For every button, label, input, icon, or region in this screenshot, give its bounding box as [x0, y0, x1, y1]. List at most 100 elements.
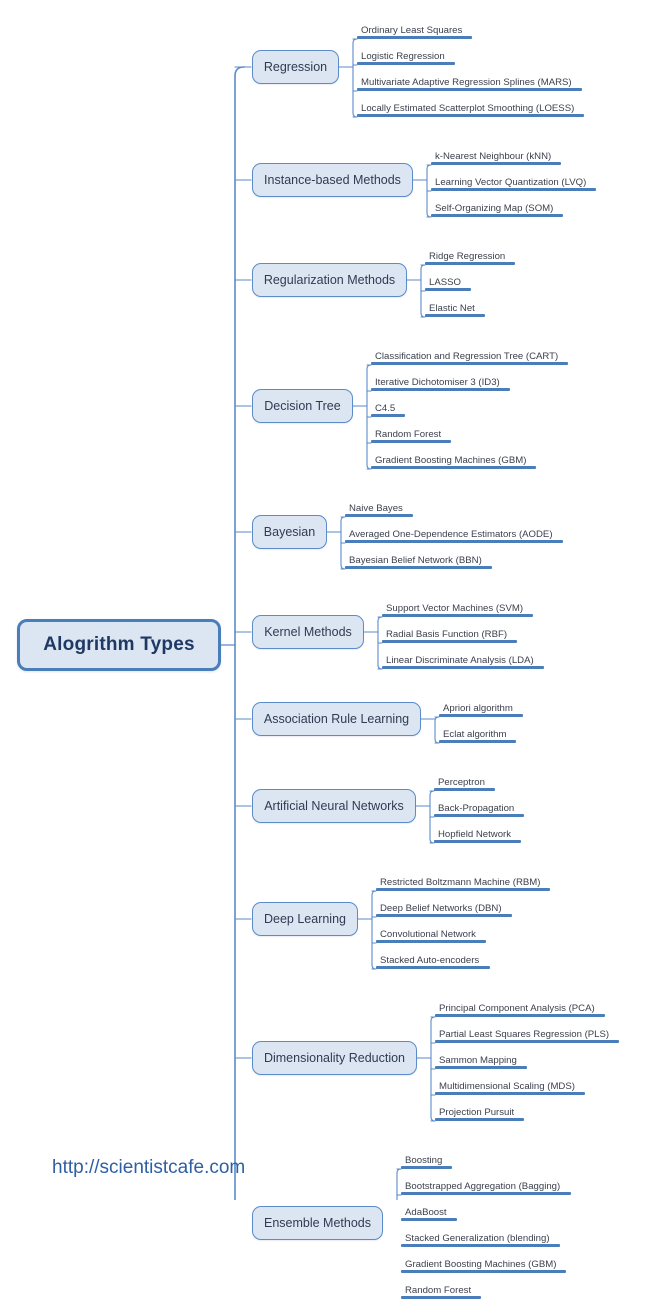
branch-node[interactable]: Bayesian — [252, 515, 327, 549]
leaf-underline — [371, 388, 510, 391]
leaf-node[interactable]: Logistic Regression — [357, 49, 455, 65]
leaf-node[interactable]: Back-Propagation — [434, 801, 524, 817]
leaf-node-label: Sammon Mapping — [439, 1055, 517, 1066]
leaf-underline — [434, 788, 495, 791]
leaf-underline — [425, 314, 485, 317]
leaf-node-label: Self-Organizing Map (SOM) — [435, 203, 554, 214]
leaf-node[interactable]: Self-Organizing Map (SOM) — [431, 201, 563, 217]
leaf-node[interactable]: Ridge Regression — [425, 249, 515, 265]
leaf-underline — [345, 514, 413, 517]
leaf-underline — [345, 540, 563, 543]
leaf-node[interactable]: k-Nearest Neighbour (kNN) — [431, 149, 561, 165]
branch-node[interactable]: Artificial Neural Networks — [252, 789, 416, 823]
leaf-underline — [425, 288, 471, 291]
branch-node-label: Association Rule Learning — [263, 712, 410, 726]
leaf-node[interactable]: Projection Pursuit — [435, 1105, 524, 1121]
leaf-underline — [431, 162, 561, 165]
branch-node-label: Artificial Neural Networks — [264, 799, 404, 813]
leaf-node-label: Stacked Generalization (blending) — [405, 1233, 550, 1244]
leaf-node[interactable]: Apriori algorithm — [439, 701, 523, 717]
leaf-node[interactable]: Sammon Mapping — [435, 1053, 527, 1069]
leaf-node-label: Ordinary Least Squares — [361, 25, 463, 36]
branch-node[interactable]: Kernel Methods — [252, 615, 364, 649]
leaf-node[interactable]: Multivariate Adaptive Regression Splines… — [357, 75, 582, 91]
leaf-node[interactable]: LASSO — [425, 275, 471, 291]
leaf-node[interactable]: Bayesian Belief Network (BBN) — [345, 553, 492, 569]
leaf-node[interactable]: Random Forest — [401, 1283, 481, 1299]
branch-node[interactable]: Decision Tree — [252, 389, 353, 423]
leaf-underline — [401, 1166, 452, 1169]
leaf-node[interactable]: Naive Bayes — [345, 501, 413, 517]
leaf-node-label: AdaBoost — [405, 1207, 447, 1218]
leaf-node-label: Back-Propagation — [438, 803, 515, 814]
branch-node[interactable]: Association Rule Learning — [252, 702, 421, 736]
leaf-node-label: C4.5 — [375, 403, 396, 414]
leaf-node[interactable]: Principal Component Analysis (PCA) — [435, 1001, 605, 1017]
root-node[interactable]: Alogrithm Types — [17, 619, 221, 671]
leaf-node[interactable]: Locally Estimated Scatterplot Smoothing … — [357, 101, 584, 117]
leaf-underline — [435, 1066, 527, 1069]
leaf-underline — [401, 1192, 571, 1195]
leaf-node[interactable]: Averaged One-Dependence Estimators (AODE… — [345, 527, 563, 543]
leaf-underline — [357, 62, 455, 65]
branch-node[interactable]: Dimensionality Reduction — [252, 1041, 417, 1075]
leaf-node[interactable]: Convolutional Network — [376, 927, 486, 943]
leaf-node[interactable]: Iterative Dichotomiser 3 (ID3) — [371, 375, 510, 391]
leaf-node[interactable]: Restricted Boltzmann Machine (RBM) — [376, 875, 550, 891]
leaf-underline — [371, 440, 451, 443]
leaf-node[interactable]: Gradient Boosting Machines (GBM) — [401, 1257, 566, 1273]
leaf-node[interactable]: Radial Basis Function (RBF) — [382, 627, 517, 643]
leaf-node-label: Radial Basis Function (RBF) — [386, 629, 508, 640]
leaf-node-label: Locally Estimated Scatterplot Smoothing … — [361, 103, 575, 114]
branch-node[interactable]: Regression — [252, 50, 339, 84]
leaf-underline — [357, 114, 584, 117]
leaf-underline — [435, 1092, 585, 1095]
leaf-node-label: Partial Least Squares Regression (PLS) — [439, 1029, 610, 1040]
branch-node[interactable]: Instance-based Methods — [252, 163, 413, 197]
branch-node[interactable]: Regularization Methods — [252, 263, 407, 297]
leaf-node-label: Support Vector Machines (SVM) — [386, 603, 524, 614]
branch-node-label: Regularization Methods — [263, 273, 396, 287]
leaf-node[interactable]: Stacked Auto-encoders — [376, 953, 490, 969]
leaf-node[interactable]: Linear Discriminate Analysis (LDA) — [382, 653, 544, 669]
leaf-node[interactable]: Elastic Net — [425, 301, 485, 317]
leaf-underline — [376, 966, 490, 969]
leaf-node[interactable]: Eclat algorithm — [439, 727, 516, 743]
leaf-node[interactable]: Gradient Boosting Machines (GBM) — [371, 453, 536, 469]
leaf-node[interactable]: Support Vector Machines (SVM) — [382, 601, 533, 617]
leaf-underline — [434, 814, 524, 817]
leaf-node[interactable]: Deep Belief Networks (DBN) — [376, 901, 512, 917]
leaf-node[interactable]: Hopfield Network — [434, 827, 521, 843]
branch-node-label: Bayesian — [263, 525, 316, 539]
leaf-node[interactable]: Learning Vector Quantization (LVQ) — [431, 175, 596, 191]
leaf-node[interactable]: Boosting — [401, 1153, 452, 1169]
leaf-underline — [401, 1270, 566, 1273]
leaf-node-label: Logistic Regression — [361, 51, 445, 62]
leaf-node[interactable]: Multidimensional Scaling (MDS) — [435, 1079, 585, 1095]
branch-node-label: Instance-based Methods — [264, 173, 401, 187]
leaf-node-label: Random Forest — [405, 1285, 472, 1296]
branch-node[interactable]: Deep Learning — [252, 902, 358, 936]
leaf-node-label: Deep Belief Networks (DBN) — [380, 903, 502, 914]
leaf-node-label: Learning Vector Quantization (LVQ) — [435, 177, 587, 188]
leaf-underline — [401, 1244, 560, 1247]
leaf-node[interactable]: Ordinary Least Squares — [357, 23, 472, 39]
branch-node-label: Deep Learning — [263, 912, 346, 926]
leaf-node-label: Classification and Regression Tree (CART… — [375, 351, 559, 362]
leaf-underline — [431, 188, 596, 191]
leaf-node[interactable]: Classification and Regression Tree (CART… — [371, 349, 568, 365]
leaf-underline — [376, 940, 486, 943]
leaf-node-label: Perceptron — [438, 777, 485, 788]
leaf-node[interactable]: Stacked Generalization (blending) — [401, 1231, 560, 1247]
leaf-node[interactable]: AdaBoost — [401, 1205, 457, 1221]
site-url[interactable]: http://scientistcafe.com — [52, 1157, 245, 1179]
leaf-underline — [434, 840, 521, 843]
leaf-node[interactable]: C4.5 — [371, 401, 405, 417]
branch-node[interactable]: Ensemble Methods — [252, 1206, 383, 1240]
leaf-node[interactable]: Bootstrapped Aggregation (Bagging) — [401, 1179, 571, 1195]
leaf-node[interactable]: Perceptron — [434, 775, 495, 791]
leaf-node[interactable]: Random Forest — [371, 427, 451, 443]
leaf-node-label: Bootstrapped Aggregation (Bagging) — [405, 1181, 561, 1192]
leaf-node[interactable]: Partial Least Squares Regression (PLS) — [435, 1027, 619, 1043]
leaf-node-label: Principal Component Analysis (PCA) — [439, 1003, 595, 1014]
